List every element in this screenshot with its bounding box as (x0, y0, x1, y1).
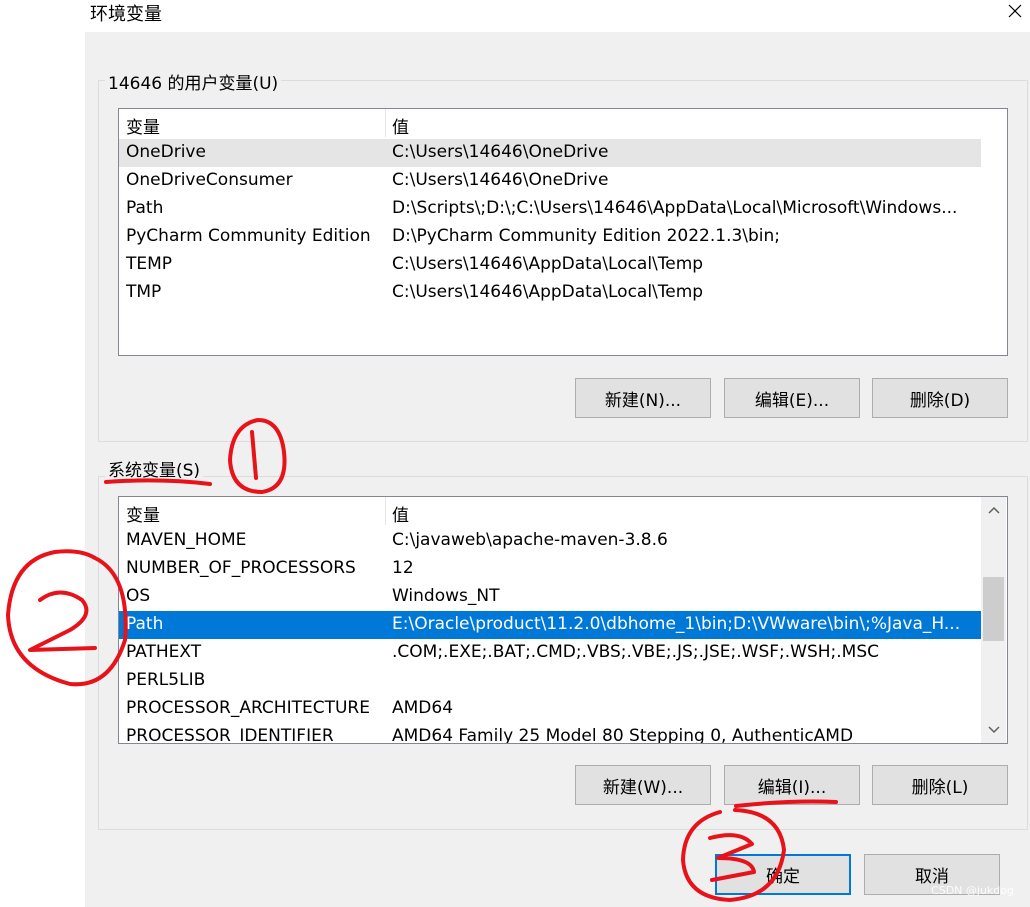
var-name: MAVEN_HOME (126, 530, 247, 550)
header-value[interactable]: 值 (392, 501, 409, 526)
var-value: .COM;.EXE;.BAT;.CMD;.VBS;.VBE;.JS;.JSE;.… (392, 642, 880, 662)
var-value: E:\Oracle\product\11.2.0\dbhome_1\bin;D:… (392, 614, 961, 634)
list-item[interactable]: Path D:\Scripts\;D:\;C:\Users\14646\AppD… (119, 195, 981, 223)
var-value: AMD64 Family 25 Model 80 Stepping 0, Aut… (392, 726, 854, 744)
var-name: OneDrive (126, 142, 206, 162)
list-item[interactable]: MAVEN_HOME C:\javaweb\apache-maven-3.8.6 (119, 527, 981, 555)
header-divider (385, 109, 386, 137)
header-divider (385, 497, 386, 525)
user-vars-header: 变量 值 (119, 109, 1007, 138)
var-value: C:\Users\14646\AppData\Local\Temp (392, 282, 704, 302)
var-value: C:\Users\14646\AppData\Local\Temp (392, 254, 704, 274)
list-item[interactable]: PROCESSOR_IDENTIFIER AMD64 Family 25 Mod… (119, 723, 981, 744)
system-edit-button[interactable]: 编辑(I)... (724, 765, 860, 805)
var-value: C:\Users\14646\OneDrive (392, 142, 609, 162)
header-variable[interactable]: 变量 (126, 113, 160, 138)
user-edit-button[interactable]: 编辑(E)... (724, 378, 860, 418)
list-item[interactable]: OS Windows_NT (119, 583, 981, 611)
var-name: PROCESSOR_IDENTIFIER (126, 726, 334, 744)
ok-button[interactable]: 确定 (715, 854, 851, 895)
user-delete-button[interactable]: 删除(D) (872, 378, 1008, 418)
chevron-down-icon (988, 726, 1000, 734)
var-name: Path (126, 198, 164, 218)
list-item[interactable]: OneDriveConsumer C:\Users\14646\OneDrive (119, 167, 981, 195)
user-vars-list[interactable]: 变量 值 OneDrive C:\Users\14646\OneDrive On… (118, 108, 1008, 356)
user-new-button[interactable]: 新建(N)... (575, 378, 711, 418)
chevron-up-icon (988, 506, 1000, 514)
header-value[interactable]: 值 (392, 113, 409, 138)
close-icon (1008, 4, 1022, 18)
var-value: D:\PyCharm Community Edition 2022.1.3\bi… (392, 226, 781, 246)
system-new-button[interactable]: 新建(W)... (575, 765, 711, 805)
var-name: TMP (126, 282, 162, 302)
var-name: OS (126, 586, 151, 606)
system-delete-button[interactable]: 删除(L) (872, 765, 1008, 805)
var-value: D:\Scripts\;D:\;C:\Users\14646\AppData\L… (392, 198, 958, 218)
system-vars-header: 变量 值 (119, 497, 981, 526)
header-variable[interactable]: 变量 (126, 501, 160, 526)
var-name: TEMP (126, 254, 173, 274)
system-vars-list[interactable]: 变量 值 MAVEN_HOME C:\javaweb\apache-maven-… (118, 496, 1008, 744)
list-item[interactable]: PROCESSOR_ARCHITECTURE AMD64 (119, 695, 981, 723)
list-item[interactable]: PyCharm Community Edition D:\PyCharm Com… (119, 223, 981, 251)
scroll-thumb[interactable] (983, 577, 1004, 641)
var-value: C:\Users\14646\OneDrive (392, 170, 609, 190)
list-item[interactable]: TEMP C:\Users\14646\AppData\Local\Temp (119, 251, 981, 279)
list-item-selected[interactable]: Path E:\Oracle\product\11.2.0\dbhome_1\b… (119, 611, 981, 639)
list-item[interactable]: NUMBER_OF_PROCESSORS 12 (119, 555, 981, 583)
dialog-body: 14646 的用户变量(U) 变量 值 OneDrive C:\Users\14… (85, 32, 1030, 907)
var-name: PERL5LIB (126, 670, 206, 690)
var-name: OneDriveConsumer (126, 170, 293, 190)
scroll-up-button[interactable] (985, 501, 1003, 519)
system-vars-legend: 系统变量(S) (105, 456, 204, 481)
var-value: C:\javaweb\apache-maven-3.8.6 (392, 530, 668, 550)
var-name: NUMBER_OF_PROCESSORS (126, 558, 356, 578)
list-item[interactable]: PERL5LIB (119, 667, 981, 695)
list-item[interactable]: TMP C:\Users\14646\AppData\Local\Temp (119, 279, 981, 307)
var-name: PyCharm Community Edition (126, 226, 371, 246)
var-value: 12 (392, 558, 414, 578)
list-item[interactable]: PATHEXT .COM;.EXE;.BAT;.CMD;.VBS;.VBE;.J… (119, 639, 981, 667)
user-vars-legend: 14646 的用户变量(U) (105, 69, 282, 94)
list-item[interactable]: OneDrive C:\Users\14646\OneDrive (119, 139, 981, 167)
var-name: PATHEXT (126, 642, 202, 662)
close-button[interactable] (1000, 0, 1030, 22)
window-title: 环境变量 (90, 4, 162, 25)
vertical-scrollbar[interactable] (981, 497, 1006, 743)
title-bar: 环境变量 (0, 0, 1030, 32)
var-name: PROCESSOR_ARCHITECTURE (126, 698, 370, 718)
var-value: AMD64 (392, 698, 454, 718)
var-value: Windows_NT (392, 586, 500, 606)
var-name: Path (126, 614, 164, 634)
scroll-down-button[interactable] (985, 721, 1003, 739)
watermark: CSDN @jukdog (931, 884, 1014, 897)
